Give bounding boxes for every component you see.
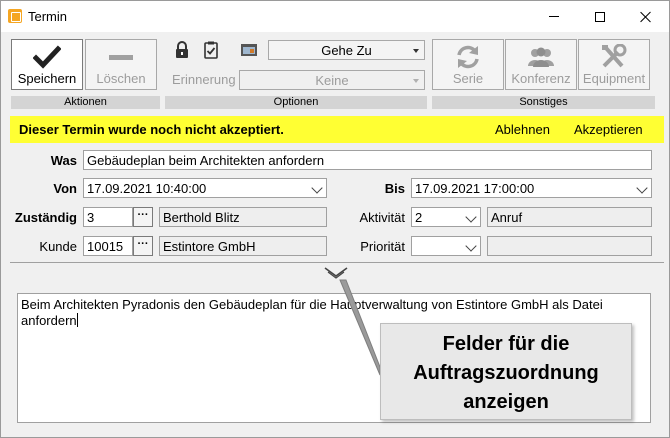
equipment-button[interactable]: Equipment [578,39,650,90]
from-value: 17.09.2021 10:40:00 [87,181,207,196]
series-label: Serie [452,71,484,86]
clipboard-check-icon[interactable] [201,40,221,60]
callout-line-1: Felder für die [442,333,570,355]
from-datetime-field[interactable]: 17.09.2021 10:40:00 [83,178,327,198]
callout-line-2: Auftragszuordnung [413,362,599,384]
series-button[interactable]: Serie [432,39,504,90]
tools-icon [579,44,649,70]
checkmark-icon [12,44,82,70]
responsible-name-field: Berthold Blitz [159,207,327,227]
responsible-lookup-button[interactable]: ··· [133,207,153,227]
goto-dropdown[interactable]: Gehe Zu [268,40,425,60]
responsible-id-input[interactable]: 3 [83,207,133,227]
help-callout: Felder für die Auftragszuordnung anzeige… [380,323,632,420]
activity-label: Aktivität [359,210,405,225]
chevron-down-icon[interactable] [465,211,477,223]
decline-link[interactable]: Ablehnen [495,122,550,137]
appointment-window: Termin Speichern Löschen Aktionen Gehe Z… [0,0,670,438]
lock-icon[interactable] [172,40,192,60]
maximize-icon [595,11,605,22]
dropdown-arrow-icon [413,79,419,83]
chevron-down-icon[interactable] [311,182,323,194]
customer-name-field: Estintore GmbH [159,236,327,256]
people-icon [506,44,576,70]
priority-label: Priorität [360,239,405,254]
chevron-down-icon[interactable] [465,240,477,252]
equipment-label: Equipment [582,71,646,86]
activity-name-field: Anruf [487,207,652,227]
chevron-down-icon[interactable] [636,182,648,194]
accept-link[interactable]: Akzeptieren [574,122,643,137]
reminder-label: Erinnerung [172,72,236,87]
actions-group-label: Aktionen [11,96,160,109]
priority-name-field [487,236,652,256]
acceptance-banner: Dieser Termin wurde noch nicht akzeptier… [10,116,664,143]
to-value: 17.09.2021 17:00:00 [415,181,535,196]
delete-button[interactable]: Löschen [85,39,157,90]
goto-value: Gehe Zu [321,42,372,58]
title-bar: Termin [1,1,669,32]
window-image-icon[interactable] [239,40,259,60]
minimize-icon [549,16,559,17]
activity-dropdown[interactable]: 2 [411,207,481,227]
save-button[interactable]: Speichern [11,39,83,90]
close-button[interactable] [623,1,669,32]
conference-label: Konferenz [511,71,571,86]
maximize-button[interactable] [577,1,623,32]
customer-id-input[interactable]: 10015 [83,236,133,256]
minimize-button[interactable] [531,1,577,32]
conference-button[interactable]: Konferenz [505,39,577,90]
refresh-icon [433,44,503,70]
window-title: Termin [28,9,68,24]
responsible-label: Zuständig [14,210,77,225]
callout-line-3: anzeigen [463,391,549,413]
calendar-app-icon [8,9,22,23]
subject-label: Was [50,153,77,168]
from-label: Von [53,181,77,196]
reminder-dropdown[interactable]: Keine [239,70,425,90]
to-datetime-field[interactable]: 17.09.2021 17:00:00 [411,178,652,198]
banner-message: Dieser Termin wurde noch nicht akzeptier… [19,122,284,137]
options-group-label: Optionen [165,96,427,109]
delete-label: Löschen [96,71,146,86]
expand-chevron-icon[interactable] [323,266,349,280]
misc-group-label: Sonstiges [432,96,655,109]
text-caret [76,313,78,327]
section-divider [10,262,664,263]
minus-icon [86,44,156,70]
customer-label: Kunde [39,239,77,254]
priority-dropdown[interactable] [411,236,481,256]
reminder-value: Keine [315,72,349,88]
customer-lookup-button[interactable]: ··· [133,236,153,256]
dropdown-arrow-icon [413,49,419,53]
ribbon: Speichern Löschen Aktionen Gehe Zu Erinn… [1,32,669,111]
activity-id-value: 2 [415,210,423,225]
subject-input[interactable]: Gebäudeplan beim Architekten anfordern [83,150,652,170]
save-label: Speichern [17,71,77,86]
to-label: Bis [384,181,405,196]
close-icon [640,11,652,23]
